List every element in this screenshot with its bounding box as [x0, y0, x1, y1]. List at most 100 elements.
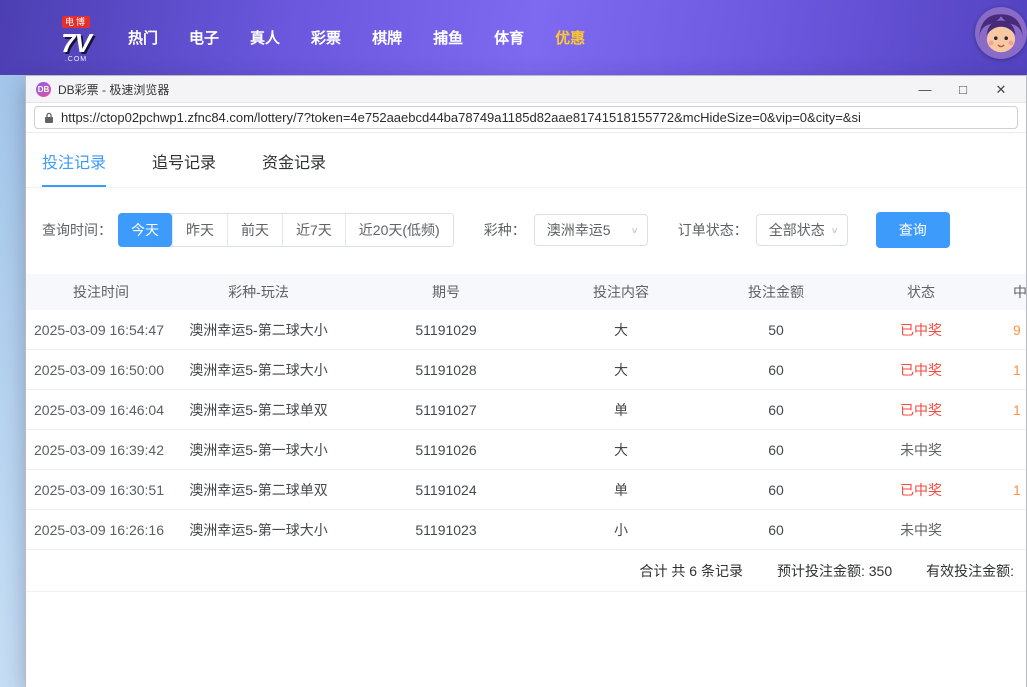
summary-expected-amount: 预计投注金额: 350 — [777, 561, 892, 581]
time-filter-group: 今天昨天前天近7天近20天(低频) — [118, 213, 454, 247]
cell-bet-content: 大 — [551, 440, 691, 460]
chevron-down-icon: ∨ — [831, 225, 839, 235]
cell-issue-number: 51191029 — [341, 322, 551, 338]
browser-app-icon: DB — [36, 82, 51, 97]
nav-item-1[interactable]: 热门 — [128, 27, 158, 48]
url-input[interactable]: https://ctop02pchwp1.zfnc84.com/lottery/… — [34, 106, 1018, 129]
order-status-select[interactable]: 全部状态 ∨ — [756, 214, 848, 246]
time-filter-option-1[interactable]: 今天 — [118, 213, 172, 247]
column-header-3: 期号 — [341, 282, 551, 302]
url-text: https://ctop02pchwp1.zfnc84.com/lottery/… — [61, 110, 861, 125]
nav-item-5[interactable]: 棋牌 — [372, 27, 402, 48]
nav-item-4[interactable]: 彩票 — [311, 27, 341, 48]
record-tabs: 投注记录 追号记录 资金记录 — [26, 133, 1026, 188]
table-header-row: 投注时间彩种-玩法期号投注内容投注金额状态中 — [26, 274, 1026, 310]
order-status-value: 全部状态 — [769, 220, 825, 240]
cell-bet-amount: 60 — [691, 442, 861, 458]
lottery-filter-label: 彩种： — [484, 220, 526, 240]
tab-2[interactable]: 追号记录 — [152, 149, 216, 187]
cell-status: 已中奖 — [861, 360, 981, 380]
cell-lottery-play: 澳洲幸运5-第二球单双 — [176, 480, 341, 500]
cell-bet-amount: 60 — [691, 362, 861, 378]
cell-bet-content: 大 — [551, 320, 691, 340]
cell-issue-number: 51191028 — [341, 362, 551, 378]
user-avatar[interactable] — [975, 7, 1027, 59]
browser-window: DB DB彩票 - 极速浏览器 — □ ✕ https://ctop02pchw… — [25, 75, 1027, 687]
cell-bet-amount: 50 — [691, 322, 861, 338]
query-button[interactable]: 查询 — [876, 212, 950, 248]
time-filter-label: 查询时间： — [42, 220, 112, 240]
summary-valid-amount: 有效投注金额: — [926, 561, 1014, 581]
nav-item-7[interactable]: 体育 — [494, 27, 524, 48]
nav-item-6[interactable]: 捕鱼 — [433, 27, 463, 48]
nav-items: 热门 电子 真人 彩票 棋牌 捕鱼 体育 优惠 — [128, 27, 585, 48]
cell-bet-time: 2025-03-09 16:26:16 — [26, 522, 176, 538]
lottery-select[interactable]: 澳洲幸运5 ∨ — [534, 214, 648, 246]
table-row: 2025-03-09 16:26:16澳洲幸运5-第一球大小51191023小6… — [26, 510, 1026, 550]
summary-total-records: 合计 共 6 条记录 — [640, 561, 743, 581]
column-header-6: 状态 — [861, 282, 981, 302]
cell-status: 未中奖 — [861, 520, 981, 540]
order-status-label: 订单状态： — [678, 220, 748, 240]
cell-bet-time: 2025-03-09 16:46:04 — [26, 402, 176, 418]
bet-records-table: 投注时间彩种-玩法期号投注内容投注金额状态中 2025-03-09 16:54:… — [26, 274, 1026, 592]
table-row: 2025-03-09 16:39:42澳洲幸运5-第一球大小51191026大6… — [26, 430, 1026, 470]
column-header-4: 投注内容 — [551, 282, 691, 302]
cell-lottery-play: 澳洲幸运5-第二球单双 — [176, 400, 341, 420]
table-body: 2025-03-09 16:54:47澳洲幸运5-第二球大小51191029大5… — [26, 310, 1026, 550]
nav-item-8[interactable]: 优惠 — [555, 27, 585, 48]
cell-bet-amount: 60 — [691, 482, 861, 498]
cell-bet-amount: 60 — [691, 522, 861, 538]
table-row: 2025-03-09 16:30:51澳洲幸运5-第二球单双51191024单6… — [26, 470, 1026, 510]
cell-issue-number: 51191026 — [341, 442, 551, 458]
page-content: 投注记录 追号记录 资金记录 查询时间： 今天昨天前天近7天近20天(低频) 彩种：… — [26, 133, 1026, 687]
tab-3[interactable]: 资金记录 — [262, 149, 326, 187]
cell-prize-amount: 9 — [981, 322, 1026, 338]
cell-bet-time: 2025-03-09 16:39:42 — [26, 442, 176, 458]
column-header-7: 中 — [981, 282, 1026, 302]
window-controls: — □ ✕ — [918, 76, 1016, 103]
browser-addressbar: https://ctop02pchwp1.zfnc84.com/lottery/… — [26, 103, 1026, 133]
cell-bet-time: 2025-03-09 16:30:51 — [26, 482, 176, 498]
chevron-down-icon: ∨ — [631, 225, 639, 235]
column-header-2: 彩种-玩法 — [176, 282, 341, 302]
nav-item-3[interactable]: 真人 — [250, 27, 280, 48]
table-row: 2025-03-09 16:46:04澳洲幸运5-第二球单双51191027单6… — [26, 390, 1026, 430]
cell-lottery-play: 澳洲幸运5-第一球大小 — [176, 520, 341, 540]
time-filter-option-3[interactable]: 前天 — [227, 214, 282, 246]
time-filter-option-2[interactable]: 昨天 — [172, 214, 227, 246]
nav-item-2[interactable]: 电子 — [189, 27, 219, 48]
cell-bet-content: 大 — [551, 360, 691, 380]
cell-bet-time: 2025-03-09 16:50:00 — [26, 362, 176, 378]
column-header-1: 投注时间 — [26, 282, 176, 302]
time-filter-option-5[interactable]: 近20天(低频) — [345, 214, 453, 246]
lottery-select-value: 澳洲幸运5 — [547, 220, 611, 240]
logo-text: 7V — [48, 30, 104, 56]
avatar-illustration — [975, 7, 1027, 59]
maximize-icon[interactable]: □ — [956, 76, 970, 103]
cell-status: 已中奖 — [861, 320, 981, 340]
cell-bet-content: 单 — [551, 400, 691, 420]
table-row: 2025-03-09 16:50:00澳洲幸运5-第二球大小51191028大6… — [26, 350, 1026, 390]
cell-bet-content: 小 — [551, 520, 691, 540]
cell-bet-amount: 60 — [691, 402, 861, 418]
desktop-background: 电博 7V .COM 热门 电子 真人 彩票 棋牌 捕鱼 体育 优惠 DB DB彩票 - 极速… — [0, 0, 1027, 687]
close-icon[interactable]: ✕ — [994, 76, 1008, 103]
minimize-icon[interactable]: — — [918, 76, 932, 103]
time-filter-option-4[interactable]: 近7天 — [282, 214, 345, 246]
cell-issue-number: 51191027 — [341, 402, 551, 418]
cell-prize-amount: 1 — [981, 362, 1026, 378]
tab-1[interactable]: 投注记录 — [42, 149, 106, 187]
table-row: 2025-03-09 16:54:47澳洲幸运5-第二球大小51191029大5… — [26, 310, 1026, 350]
cell-status: 未中奖 — [861, 440, 981, 460]
cell-bet-time: 2025-03-09 16:54:47 — [26, 322, 176, 338]
cell-prize-amount: 1 — [981, 402, 1026, 418]
logo-badge: 电博 — [62, 16, 90, 28]
window-title: DB彩票 - 极速浏览器 — [58, 81, 169, 98]
window-titlebar[interactable]: DB DB彩票 - 极速浏览器 — □ ✕ — [26, 76, 1026, 103]
site-logo[interactable]: 电博 7V .COM — [48, 12, 104, 63]
cell-issue-number: 51191023 — [341, 522, 551, 538]
cell-prize-amount: 1 — [981, 482, 1026, 498]
cell-lottery-play: 澳洲幸运5-第一球大小 — [176, 440, 341, 460]
cell-status: 已中奖 — [861, 400, 981, 420]
